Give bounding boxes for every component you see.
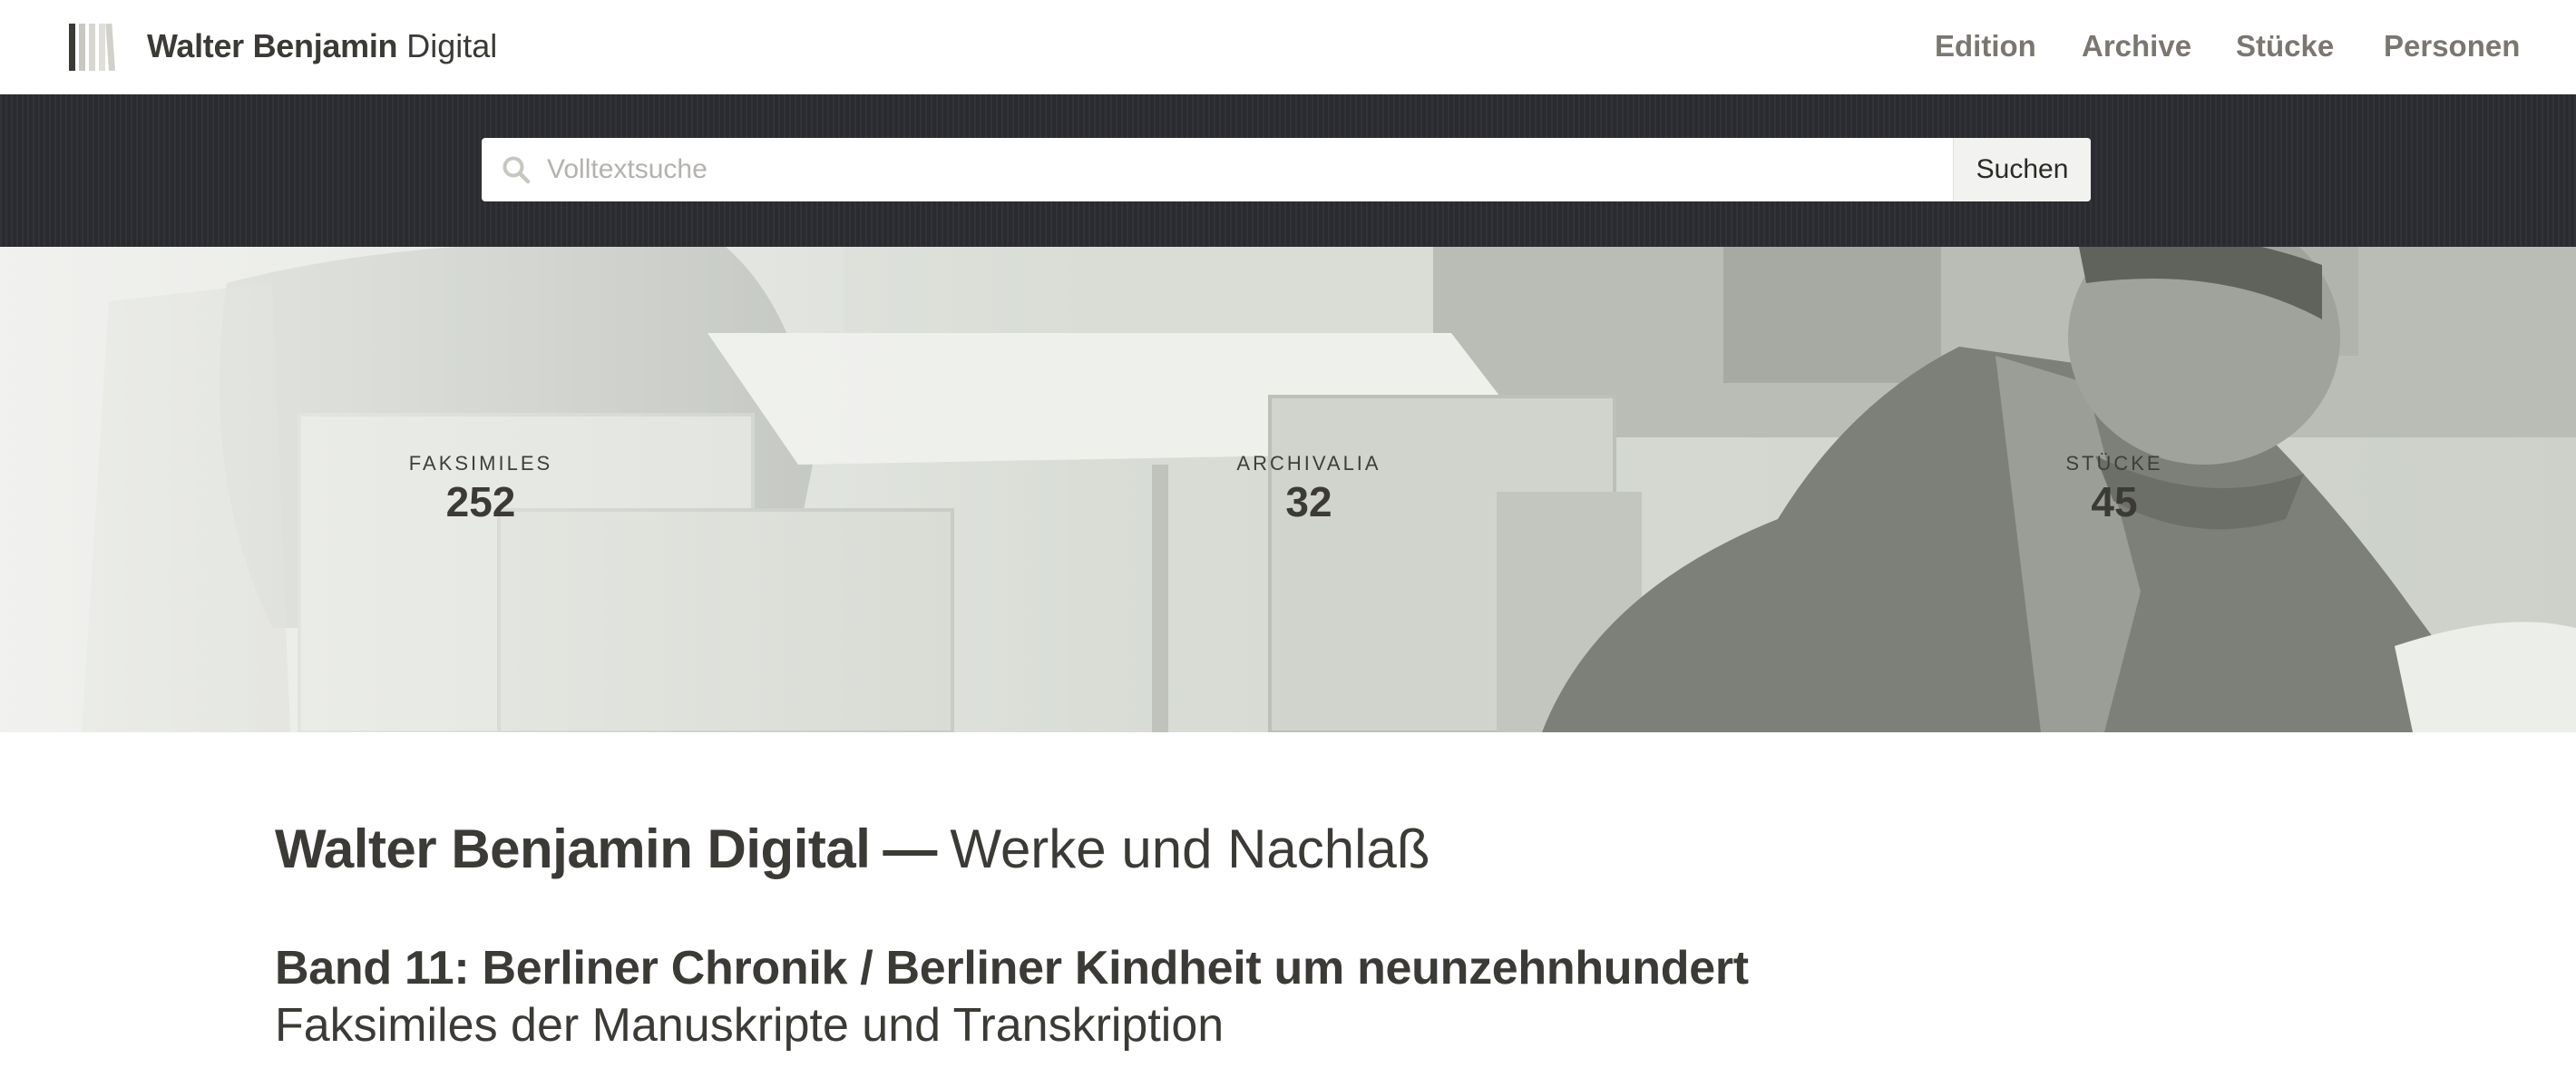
title-dash: — <box>883 818 938 879</box>
stat-archivalia[interactable]: ARCHIVALIA 32 <box>1173 452 1445 524</box>
search-icon <box>503 156 531 184</box>
top-navbar: Walter Benjamin Digital Edition Archive S… <box>0 0 2576 94</box>
nav-edition[interactable]: Edition <box>1935 26 2036 66</box>
stat-faksimiles[interactable]: FAKSIMILES 252 <box>345 452 617 524</box>
stat-label: FAKSIMILES <box>408 452 553 475</box>
brand-link[interactable]: Walter Benjamin Digital <box>147 26 497 66</box>
stat-label: ARCHIVALIA <box>1236 452 1381 475</box>
page-title: Walter Benjamin Digital — Werke und Nachla… <box>275 815 1430 884</box>
brand-name: Walter Benjamin <box>147 27 398 64</box>
nav-personen[interactable]: Personen <box>2384 26 2520 66</box>
search-form: Suchen <box>482 138 2091 201</box>
volume-title: Band 11: Berliner Chronik / Berliner Kin… <box>275 942 1749 995</box>
logo-books-icon[interactable] <box>69 24 118 71</box>
hero-banner: FAKSIMILES 252 ARCHIVALIA 32 STÜCKE 45 <box>0 247 2576 732</box>
stat-value: 252 <box>445 478 516 525</box>
brand-suffix: Digital <box>406 27 498 64</box>
title-bold: Walter Benjamin Digital <box>275 818 871 879</box>
nav-stuecke[interactable]: Stücke <box>2236 26 2334 66</box>
search-band: Suchen <box>0 94 2576 247</box>
stat-stuecke[interactable]: STÜCKE 45 <box>1978 452 2250 524</box>
stat-value: 32 <box>1285 478 1332 525</box>
search-button[interactable]: Suchen <box>1953 138 2091 201</box>
volume-subtitle: Faksimiles der Manuskripte und Transkrip… <box>275 999 1225 1052</box>
title-light: Werke und Nachlaß <box>950 818 1430 879</box>
stat-label: STÜCKE <box>2065 452 2163 475</box>
search-input[interactable] <box>547 138 1944 201</box>
nav-archive[interactable]: Archive <box>2082 26 2191 66</box>
stat-value: 45 <box>2091 478 2138 525</box>
